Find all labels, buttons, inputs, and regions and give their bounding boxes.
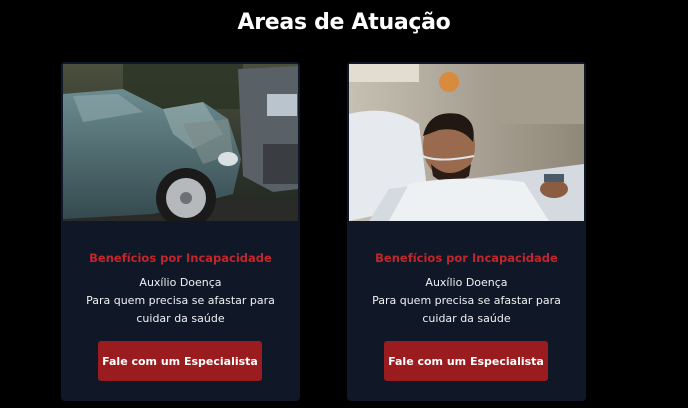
car-crash-image	[63, 64, 298, 221]
hospital-patient-image	[349, 64, 584, 221]
contact-specialist-button[interactable]: Fale com um Especialista	[98, 341, 262, 381]
card-description: Para quem precisa se afastar para cuidar…	[372, 294, 561, 325]
card-description: Para quem precisa se afastar para cuidar…	[86, 294, 275, 325]
card-subtitle: Auxílio Doença	[425, 276, 508, 289]
service-card: Benefícios por Incapacidade Auxílio Doen…	[347, 62, 586, 401]
card-title: Benefícios por Incapacidade	[89, 251, 272, 265]
contact-specialist-button[interactable]: Fale com um Especialista	[384, 341, 548, 381]
card-title: Benefícios por Incapacidade	[375, 251, 558, 265]
service-card: Benefícios por Incapacidade Auxílio Doen…	[61, 62, 300, 401]
card-subtitle: Auxílio Doença	[139, 276, 222, 289]
section-title: Areas de Atuação	[237, 10, 451, 35]
